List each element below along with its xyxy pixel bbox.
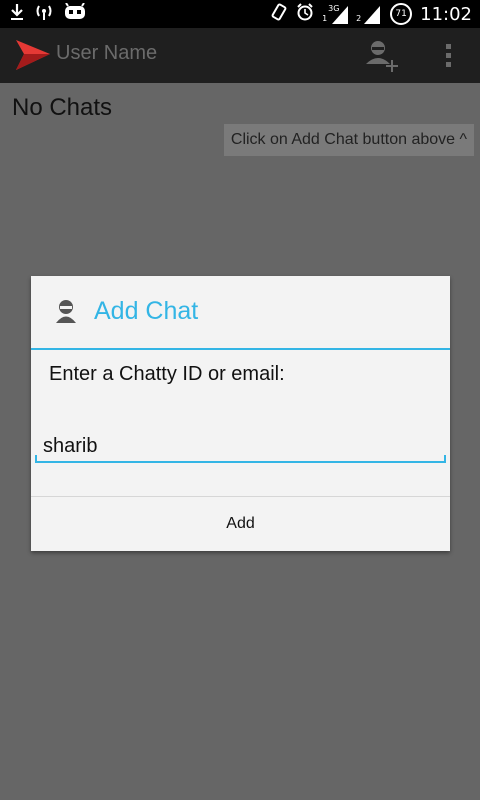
add-user-icon (364, 41, 400, 78)
overflow-menu-icon (438, 44, 458, 67)
vibrate-icon (270, 3, 288, 25)
add-button[interactable]: Add (31, 497, 450, 551)
app-logo-icon[interactable] (16, 40, 50, 74)
dialog-title-divider (31, 348, 450, 350)
chatty-id-input[interactable] (35, 432, 445, 460)
signal-2-icon: 2 (356, 4, 382, 24)
wifi-tether-icon (34, 3, 54, 25)
signal-3g-icon: 1 3G (322, 4, 349, 24)
dialog-title: Add Chat (94, 297, 199, 325)
status-bar: 1 3G 2 71 11:02 (0, 0, 480, 28)
empty-state-text: No Chats (12, 94, 113, 121)
action-bar-title: User Name (56, 42, 158, 64)
download-icon (10, 3, 24, 25)
dialog-prompt: Enter a Chatty ID or email: (49, 363, 285, 385)
add-chat-button[interactable] (364, 38, 400, 74)
alarm-icon (296, 3, 314, 25)
overflow-menu-button[interactable] (438, 40, 458, 72)
add-chat-hint: Click on Add Chat button above ^ (223, 124, 474, 156)
cyanogen-icon (64, 2, 86, 25)
dialog-header: Add Chat (31, 276, 450, 348)
user-icon (53, 298, 79, 324)
add-chat-dialog: Add Chat Enter a Chatty ID or email: Add (31, 276, 450, 551)
action-bar: User Name (0, 28, 480, 83)
input-underline (35, 461, 446, 463)
status-clock: 11:02 (420, 3, 472, 25)
battery-icon: 71 (390, 3, 413, 25)
